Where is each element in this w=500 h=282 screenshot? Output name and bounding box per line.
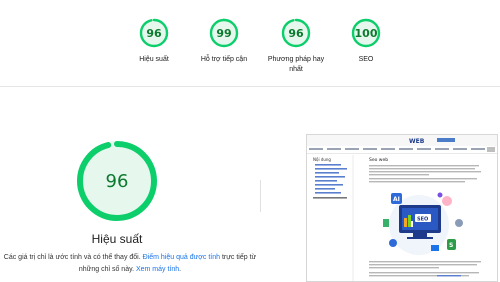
calculator-link[interactable]: Xem máy tính xyxy=(136,266,179,273)
gauge-label: Phương pháp hay nhất xyxy=(267,56,325,73)
badge-shopify: S xyxy=(449,242,453,249)
main-label: Hiệu suất xyxy=(91,232,143,246)
vertical-separator xyxy=(260,180,261,212)
gauge-label: Hiệu suất xyxy=(139,56,169,63)
main-score: 96 xyxy=(105,170,129,192)
sidebar-title: Nội dung xyxy=(313,157,331,162)
note-prefix: Các giá trị chỉ là ước tính và có thể th… xyxy=(3,254,143,261)
gauge-score: 100 xyxy=(354,26,378,40)
score-calc-link[interactable]: Điểm hiệu quả được tính xyxy=(143,254,220,261)
note-suffix: . xyxy=(179,266,182,273)
gauge-best-practices[interactable]: 96 Phương pháp hay nhất xyxy=(264,18,328,75)
main-performance-gauge: 96 xyxy=(76,140,158,222)
gauge-score: 99 xyxy=(216,26,232,40)
gauge-score: 96 xyxy=(288,26,304,40)
gauge-seo[interactable]: 100 SEO xyxy=(336,18,396,65)
article-title: Seo web xyxy=(369,157,388,163)
gauge-performance[interactable]: 96 Hiệu suất xyxy=(124,18,184,65)
badge-ai: AI xyxy=(393,196,400,203)
gauge-accessibility[interactable]: 99 Hỗ trợ tiếp cận xyxy=(194,18,254,65)
gauge-label: Hỗ trợ tiếp cận xyxy=(200,56,248,63)
gauge-label: SEO xyxy=(358,56,374,63)
estimate-note: Các giá trị chỉ là ước tính và có thể th… xyxy=(0,252,260,276)
screenshot-preview: WEB Nội dung Seo web SEO AI S xyxy=(307,135,497,281)
site-logo: WEB xyxy=(409,138,425,145)
gauge-score: 96 xyxy=(146,26,162,40)
section-divider xyxy=(0,86,500,87)
category-scores-strip: 96 Hiệu suất 99 Hỗ trợ tiếp cận 96 Phươn… xyxy=(0,0,500,86)
page-screenshot[interactable]: WEB Nội dung Seo web SEO AI S xyxy=(306,134,498,282)
badge-seo: SEO xyxy=(417,217,428,223)
